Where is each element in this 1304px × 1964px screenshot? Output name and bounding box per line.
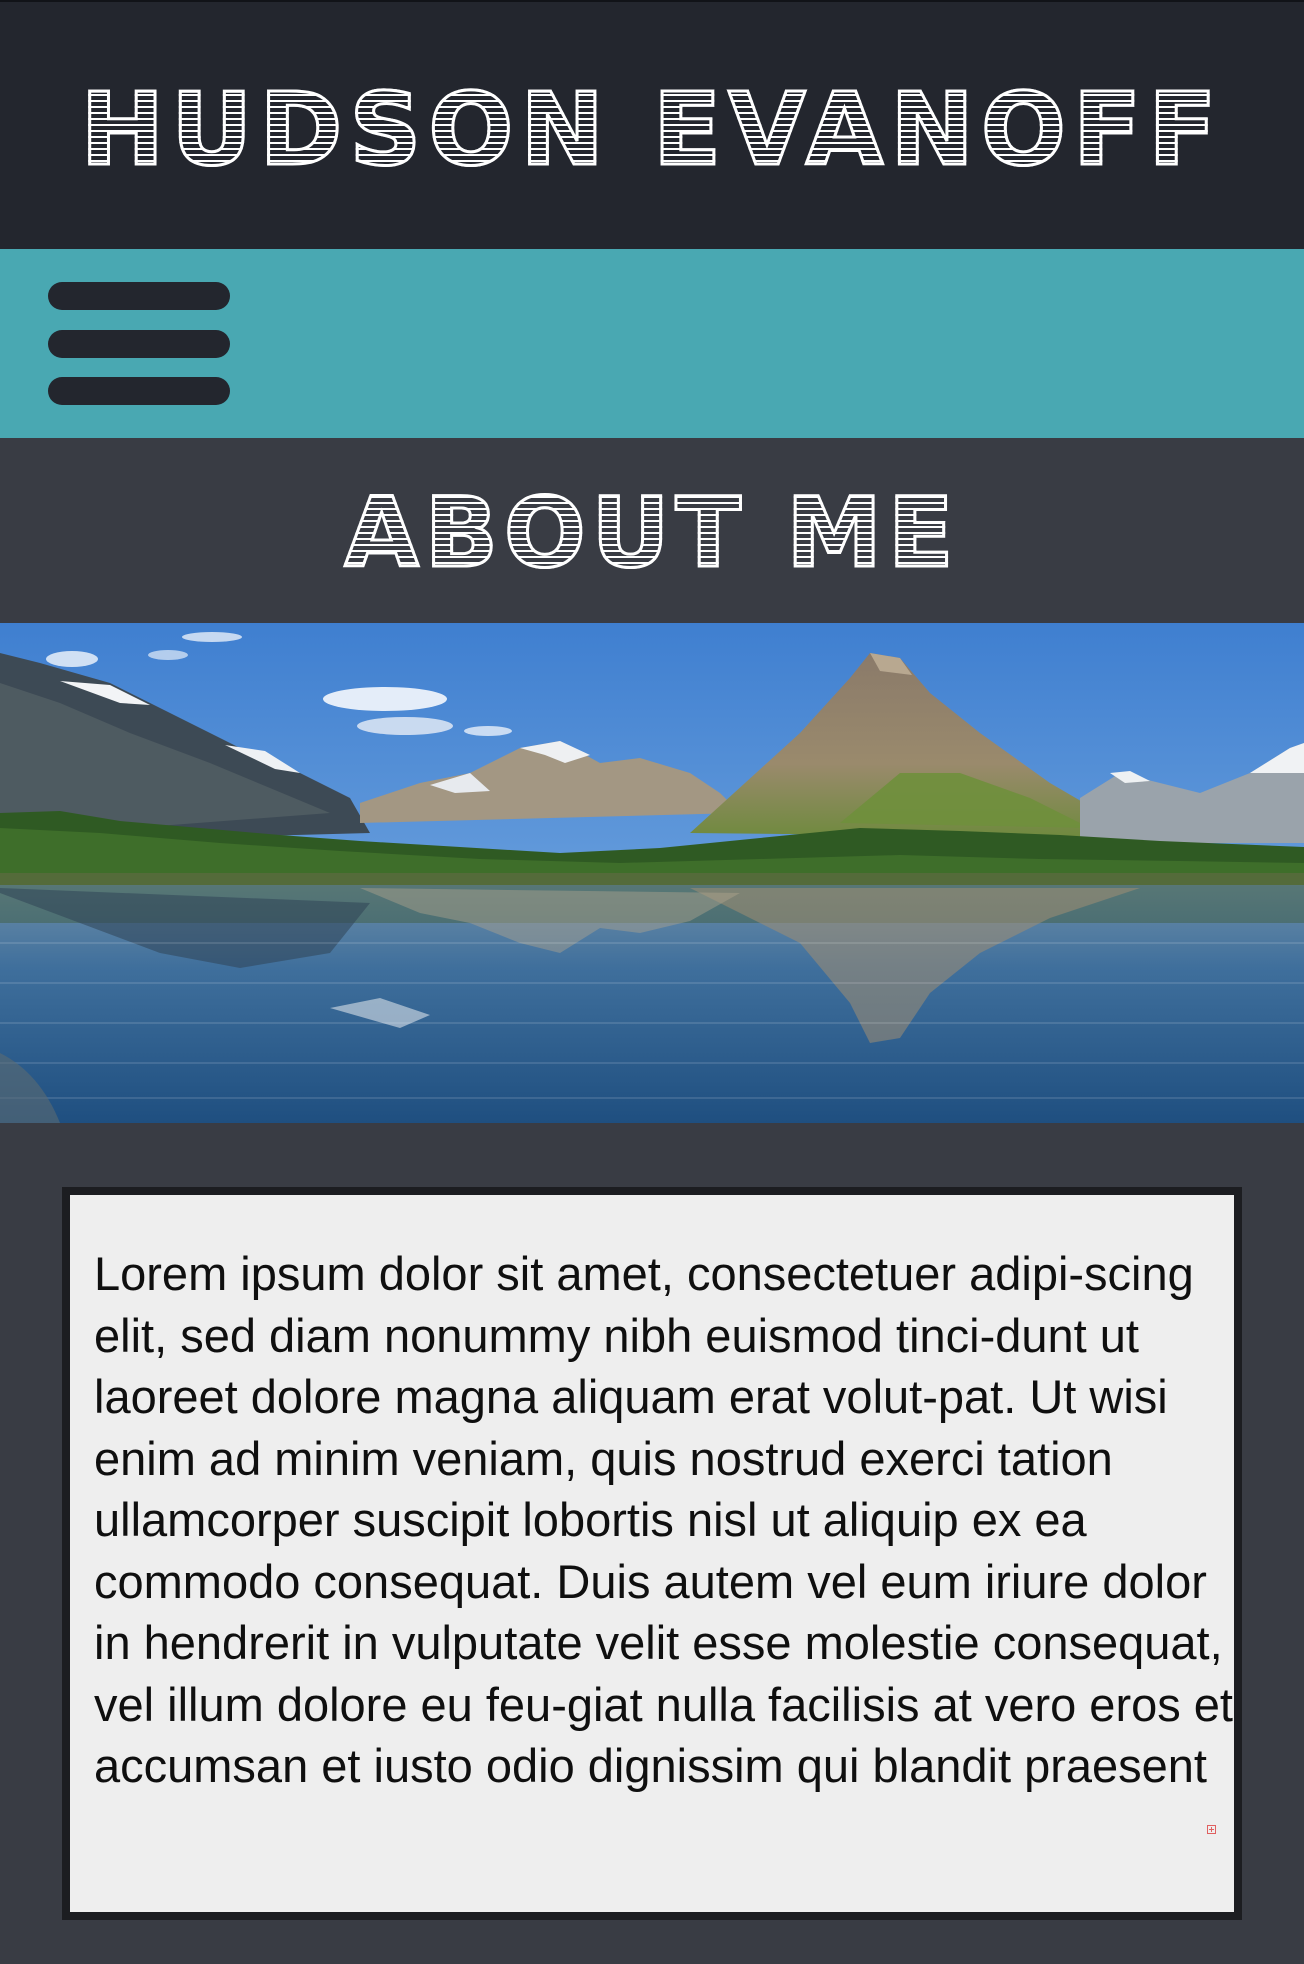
hero-image bbox=[0, 623, 1304, 1123]
section-title: ABOUT ME bbox=[0, 477, 1304, 590]
menu-bar-middle bbox=[48, 330, 230, 358]
about-body-text: Lorem ipsum dolor sit amet, consectetuer… bbox=[94, 1247, 1233, 1792]
section-heading-band: ABOUT ME bbox=[0, 438, 1304, 623]
menu-bar-bottom bbox=[48, 377, 230, 405]
site-header: HUDSON EVANOFF bbox=[0, 0, 1304, 249]
mountain-lake-illustration bbox=[0, 623, 1304, 1123]
nav-bar bbox=[0, 249, 1304, 438]
about-text-card: Lorem ipsum dolor sit amet, consectetuer… bbox=[62, 1187, 1242, 1920]
text-overflow-icon[interactable] bbox=[1207, 1825, 1216, 1834]
site-title: HUDSON EVANOFF bbox=[0, 70, 1304, 190]
hamburger-menu-icon[interactable] bbox=[48, 282, 230, 408]
menu-bar-top bbox=[48, 282, 230, 310]
